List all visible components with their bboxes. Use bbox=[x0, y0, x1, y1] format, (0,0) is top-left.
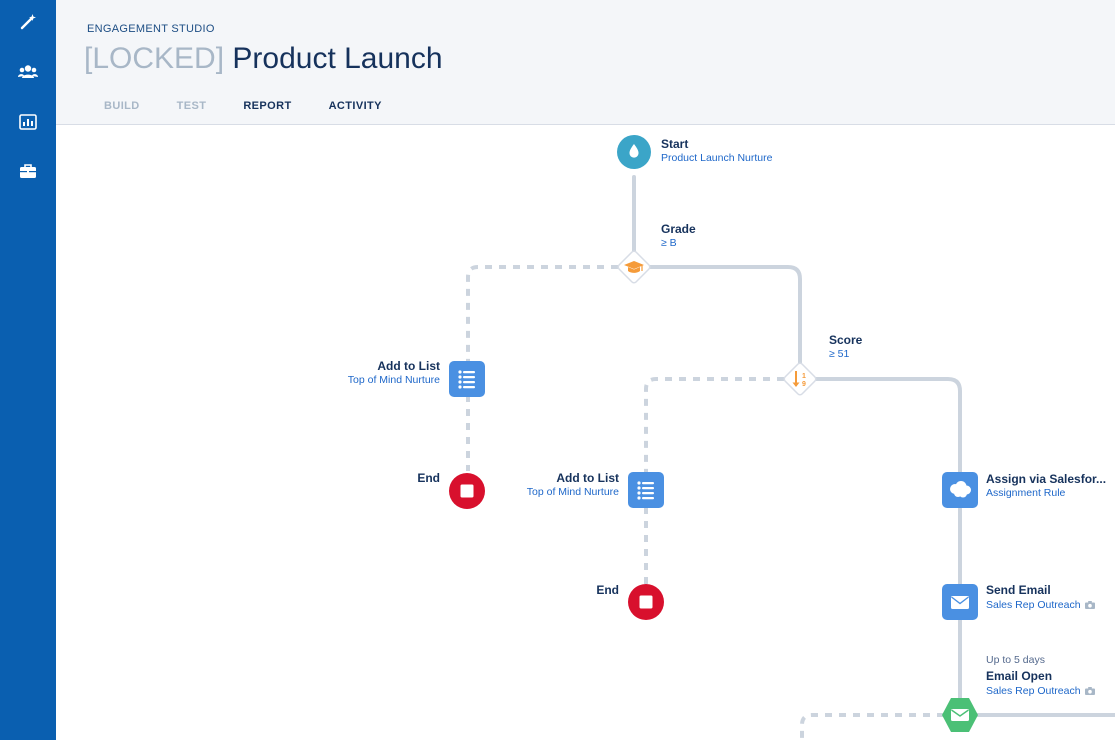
briefcase-icon[interactable] bbox=[12, 155, 44, 187]
tab-activity[interactable]: ACTIVITY bbox=[329, 100, 382, 112]
email-open-trigger-node[interactable] bbox=[940, 695, 980, 740]
end-title-2: End bbox=[596, 583, 619, 597]
flow-canvas[interactable]: Start Product Launch Nurture Grade ≥ B 1… bbox=[56, 125, 1115, 740]
add-to-list-node-2[interactable] bbox=[628, 472, 664, 513]
score-criteria: ≥ 51 bbox=[829, 348, 850, 360]
send-email-title: Send Email bbox=[986, 583, 1051, 597]
add-to-list-subtitle-2[interactable]: Top of Mind Nurture bbox=[527, 486, 619, 498]
grade-rule-node[interactable] bbox=[615, 248, 653, 291]
app-sidebar bbox=[0, 0, 56, 740]
email-open-title: Email Open bbox=[986, 669, 1053, 683]
reports-chart-icon[interactable] bbox=[12, 106, 44, 138]
locked-prefix: [LOCKED] bbox=[84, 42, 225, 75]
program-name: Product Launch bbox=[232, 42, 443, 75]
svg-text:9: 9 bbox=[802, 381, 806, 388]
send-email-template-link[interactable]: Sales Rep Outreach bbox=[986, 599, 1081, 611]
send-email-node[interactable] bbox=[942, 584, 978, 625]
email-open-wait: Up to 5 days bbox=[986, 654, 1045, 666]
end-title-1: End bbox=[417, 471, 440, 485]
add-to-list-title-2: Add to List bbox=[556, 471, 619, 485]
score-rule-node[interactable]: 19 bbox=[781, 360, 819, 403]
magic-wand-icon[interactable] bbox=[12, 6, 44, 38]
start-program-link[interactable]: Product Launch Nurture bbox=[661, 152, 772, 164]
assign-salesforce-node[interactable] bbox=[942, 472, 978, 513]
stop-icon bbox=[460, 484, 474, 498]
assign-subtitle[interactable]: Assignment Rule bbox=[986, 487, 1065, 499]
add-to-list-subtitle-1[interactable]: Top of Mind Nurture bbox=[348, 374, 440, 386]
tab-test[interactable]: TEST bbox=[177, 100, 207, 112]
end-node-2[interactable] bbox=[628, 584, 664, 625]
add-to-list-node-1[interactable] bbox=[449, 361, 485, 402]
tab-build[interactable]: BUILD bbox=[104, 100, 140, 112]
start-title: Start bbox=[661, 137, 689, 151]
email-open-template-link[interactable]: Sales Rep Outreach bbox=[986, 685, 1081, 697]
send-email-subtitle: Sales Rep Outreach bbox=[986, 599, 1095, 611]
score-title: Score bbox=[829, 333, 863, 347]
envelope-icon bbox=[951, 709, 969, 721]
flow-connectors bbox=[466, 175, 1115, 740]
start-node[interactable] bbox=[617, 135, 651, 174]
users-icon[interactable] bbox=[12, 56, 44, 88]
camera-icon[interactable] bbox=[1084, 687, 1095, 695]
assign-title: Assign via Salesfor... bbox=[986, 472, 1107, 486]
end-node-1[interactable] bbox=[449, 473, 485, 514]
grade-criteria: ≥ B bbox=[661, 237, 677, 249]
stop-icon bbox=[639, 595, 653, 609]
page-title: [LOCKED] Product Launch bbox=[84, 42, 443, 76]
add-to-list-title-1: Add to List bbox=[377, 359, 440, 373]
envelope-icon bbox=[951, 596, 969, 609]
grade-title: Grade bbox=[661, 222, 696, 236]
app-eyebrow-label: ENGAGEMENT STUDIO bbox=[87, 23, 215, 35]
tab-report[interactable]: REPORT bbox=[243, 100, 291, 112]
tab-bar: BUILD TEST REPORT ACTIVITY bbox=[104, 100, 419, 112]
page-header: ENGAGEMENT STUDIO [LOCKED] Product Launc… bbox=[56, 0, 1115, 125]
email-open-subtitle: Sales Rep Outreach bbox=[986, 685, 1095, 697]
svg-text:1: 1 bbox=[802, 373, 806, 380]
camera-icon[interactable] bbox=[1084, 601, 1095, 609]
